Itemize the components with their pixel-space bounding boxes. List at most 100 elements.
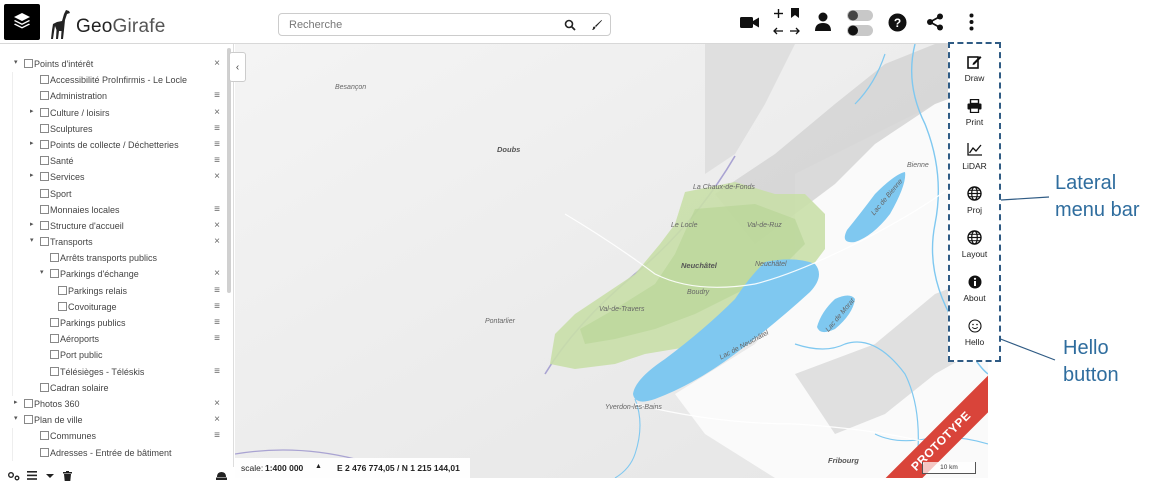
layer-label[interactable]: Sport: [50, 188, 72, 200]
scale-dropdown-icon[interactable]: ▲: [315, 463, 322, 470]
layer-checkbox[interactable]: [40, 156, 49, 166]
arrow-left-icon[interactable]: [772, 25, 784, 37]
tree-row[interactable]: Aéroports ≡: [0, 331, 226, 348]
tree-row[interactable]: Monnaies locales ≡: [0, 201, 226, 218]
tree-row[interactable]: ▾ Plan de ville ×: [0, 412, 226, 428]
layer-label[interactable]: Parkings d'échange: [60, 268, 139, 280]
layer-checkbox[interactable]: [40, 172, 49, 182]
tree-row[interactable]: ▸ Structure d'accueil ×: [0, 217, 226, 235]
layer-label[interactable]: Parkings relais: [68, 285, 127, 297]
tree-row[interactable]: ▾ Transports ×: [0, 234, 226, 251]
proj-button[interactable]: Proj: [950, 180, 999, 220]
share-icon[interactable]: [925, 12, 945, 32]
layers-button[interactable]: [4, 4, 40, 40]
layer-checkbox[interactable]: [40, 91, 49, 101]
layer-checkbox[interactable]: [50, 334, 59, 344]
layer-checkbox[interactable]: [40, 204, 49, 214]
layer-checkbox[interactable]: [40, 139, 49, 149]
scale-value[interactable]: 1:400 000: [265, 463, 303, 473]
layer-label[interactable]: Cadran solaire: [50, 382, 109, 394]
draw-button[interactable]: Draw: [950, 48, 999, 88]
layer-label[interactable]: Transports: [50, 236, 93, 248]
layer-checkbox[interactable]: [40, 75, 49, 85]
layer-options-icon[interactable]: ≡: [214, 316, 220, 329]
toggle-icon[interactable]: [846, 9, 874, 37]
layer-checkbox[interactable]: [50, 318, 59, 327]
layer-checkbox[interactable]: [50, 350, 59, 360]
layer-options-icon[interactable]: ≡: [214, 138, 220, 151]
remove-layer-icon[interactable]: ×: [214, 57, 220, 70]
map-canvas[interactable]: [235, 44, 988, 478]
video-camera-icon[interactable]: [739, 13, 759, 31]
tree-row[interactable]: Cadran solaire: [0, 379, 226, 396]
layer-label[interactable]: Structure d'accueil: [50, 220, 124, 232]
layer-checkbox[interactable]: [24, 59, 33, 68]
brush-icon[interactable]: [591, 18, 605, 32]
caret-right-icon[interactable]: ▸: [14, 399, 22, 407]
layer-label[interactable]: Covoiturage: [68, 301, 117, 313]
lidar-button[interactable]: LiDAR: [950, 136, 999, 176]
tree-row[interactable]: Parkings publics ≡: [0, 315, 226, 332]
remove-layer-icon[interactable]: ×: [214, 267, 220, 280]
layer-checkbox[interactable]: [40, 237, 49, 247]
layout-button[interactable]: Layout: [950, 224, 999, 264]
remove-layer-icon[interactable]: ×: [214, 235, 220, 248]
layer-checkbox[interactable]: [40, 188, 49, 198]
layer-checkbox[interactable]: [24, 398, 33, 408]
layer-checkbox[interactable]: [50, 253, 59, 263]
map-view[interactable]: Besançon Doubs La Chaux-de-Fonds Le Locle Ne…: [235, 44, 988, 478]
hello-button[interactable]: Hello: [950, 312, 999, 352]
sidebar-scrollbar[interactable]: [227, 48, 231, 293]
remove-layer-icon[interactable]: ×: [214, 219, 220, 232]
caret-right-icon[interactable]: ▸: [30, 221, 38, 229]
tree-row[interactable]: Communes ≡: [0, 428, 226, 445]
list-icon[interactable]: [27, 471, 37, 483]
question-icon[interactable]: ?: [887, 12, 907, 32]
tree-row[interactable]: Arrêts transports publics: [0, 250, 226, 267]
settings-icon[interactable]: [8, 471, 20, 484]
layer-checkbox[interactable]: [40, 107, 49, 117]
caret-right-icon[interactable]: ▸: [30, 140, 38, 148]
layer-options-icon[interactable]: ≡: [214, 332, 220, 345]
layer-label[interactable]: Culture / loisirs: [50, 107, 110, 119]
remove-layer-icon[interactable]: ×: [214, 413, 220, 426]
layer-label[interactable]: Arrêts transports publics: [60, 252, 157, 264]
layer-label[interactable]: Services: [50, 171, 85, 183]
caret-down-icon[interactable]: ▾: [40, 269, 48, 277]
tree-row[interactable]: Covoiturage ≡: [0, 298, 226, 315]
collapse-panel-button[interactable]: ‹: [229, 52, 246, 82]
tree-row[interactable]: Adresses - Entrée de bâtiment: [0, 444, 226, 461]
tree-row[interactable]: Parkings relais ≡: [0, 282, 226, 299]
layer-label[interactable]: Points de collecte / Déchetteries: [50, 139, 179, 151]
layer-checkbox[interactable]: [58, 285, 67, 295]
plus-icon[interactable]: [772, 7, 784, 19]
tree-row[interactable]: Accessibilité ProInfirmis - Le Locle: [0, 72, 226, 89]
layer-options-icon[interactable]: ≡: [214, 284, 220, 297]
layer-label[interactable]: Accessibilité ProInfirmis - Le Locle: [50, 74, 187, 86]
layer-label[interactable]: Santé: [50, 155, 74, 167]
tree-row[interactable]: Santé ≡: [0, 153, 226, 170]
layer-options-icon[interactable]: ≡: [214, 429, 220, 442]
remove-layer-icon[interactable]: ×: [214, 170, 220, 183]
tree-row[interactable]: ▾ Points d'intérêt ×: [0, 56, 226, 72]
layer-label[interactable]: Monnaies locales: [50, 204, 120, 216]
layer-label[interactable]: Aéroports: [60, 333, 99, 345]
tree-row[interactable]: Port public: [0, 347, 226, 364]
search-icon[interactable]: [564, 18, 578, 32]
tree-row[interactable]: Sport: [0, 185, 226, 202]
layer-checkbox[interactable]: [58, 301, 67, 311]
layer-options-icon[interactable]: ≡: [214, 154, 220, 167]
tree-row[interactable]: ▸ Points de collecte / Déchetteries ≡: [0, 136, 226, 154]
trash-icon[interactable]: [63, 471, 72, 484]
remove-layer-icon[interactable]: ×: [214, 106, 220, 119]
bookmark-icon[interactable]: [789, 7, 801, 19]
tree-row[interactable]: ▸ Photos 360 ×: [0, 396, 226, 412]
caret-right-icon[interactable]: ▸: [30, 172, 38, 180]
layer-checkbox[interactable]: [24, 415, 33, 425]
caret-down-icon[interactable]: [46, 471, 54, 483]
layer-options-icon[interactable]: ≡: [214, 89, 220, 102]
layer-checkbox[interactable]: [40, 382, 49, 392]
tree-row[interactable]: ▾ Parkings d'échange ×: [0, 266, 226, 283]
layer-label[interactable]: Communes: [50, 430, 96, 442]
tree-row[interactable]: ▸ Culture / loisirs ×: [0, 104, 226, 121]
